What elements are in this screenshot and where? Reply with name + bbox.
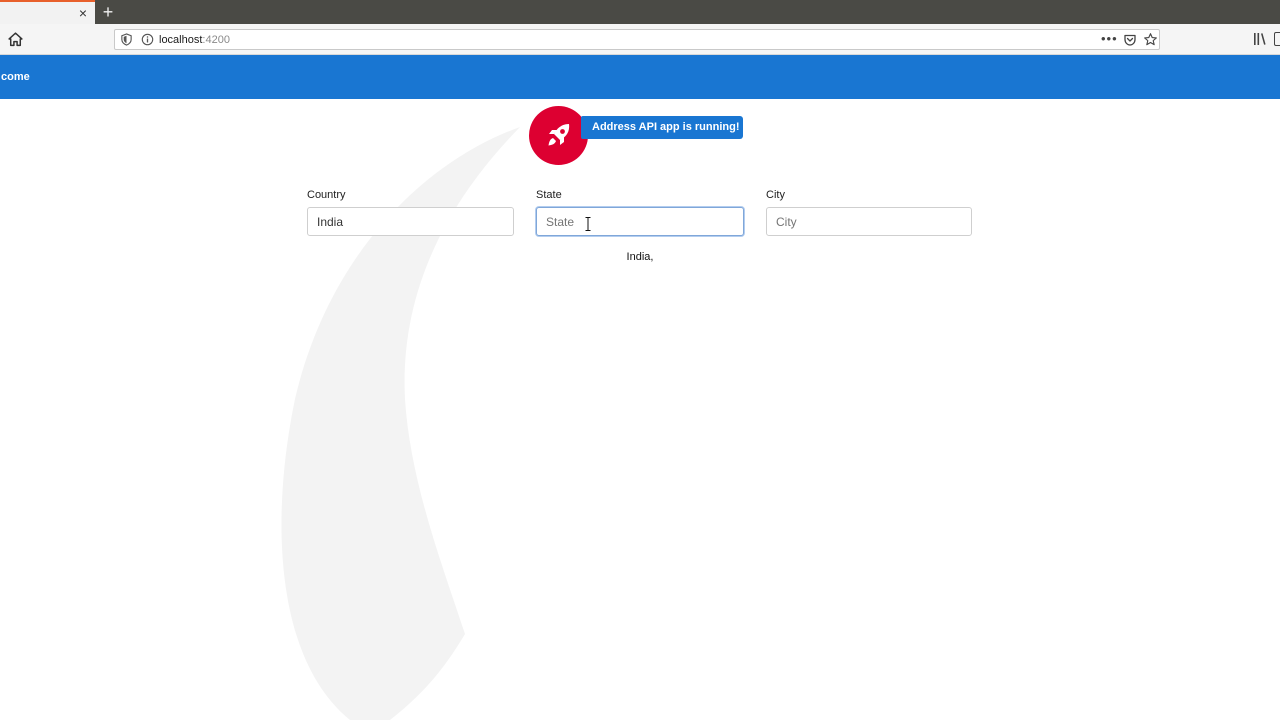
- page-actions-icon[interactable]: •••: [1101, 32, 1117, 48]
- library-icon[interactable]: [1252, 31, 1268, 47]
- running-badge: Address API app is running!: [581, 116, 743, 139]
- url-bar[interactable]: localhost:4200 •••: [114, 29, 1160, 50]
- browser-tab-active[interactable]: ×: [0, 0, 95, 24]
- running-message: Address API app is running!: [592, 121, 740, 133]
- text-cursor-icon: [585, 217, 591, 231]
- country-input[interactable]: [307, 207, 514, 236]
- browser-tab-strip: × +: [0, 0, 1280, 24]
- url-port: :4200: [202, 34, 230, 46]
- new-tab-icon[interactable]: +: [99, 2, 117, 22]
- state-input[interactable]: [536, 207, 744, 236]
- address-result: India,: [626, 251, 654, 263]
- sidebar-icon[interactable]: [1274, 32, 1280, 46]
- city-input[interactable]: [766, 207, 972, 236]
- background-swoosh: [281, 127, 520, 720]
- main-content: Address API app is running! Country Stat…: [0, 99, 1280, 720]
- city-label: City: [766, 189, 785, 201]
- star-icon[interactable]: [1143, 32, 1158, 47]
- url-host: localhost: [159, 34, 203, 46]
- pocket-icon[interactable]: [1123, 33, 1137, 47]
- app-toolbar: come: [0, 55, 1280, 99]
- country-label: Country: [307, 189, 346, 201]
- state-label: State: [536, 189, 562, 201]
- home-icon[interactable]: [7, 31, 24, 48]
- toolbar-title: come: [1, 71, 30, 83]
- tab-close-icon[interactable]: ×: [75, 5, 91, 21]
- rocket-icon: [548, 124, 570, 146]
- rocket-badge: [529, 106, 588, 165]
- shield-icon[interactable]: [120, 33, 133, 46]
- info-icon[interactable]: [141, 33, 154, 46]
- url-text[interactable]: localhost:4200: [159, 33, 230, 47]
- browser-navbar: localhost:4200 •••: [0, 24, 1280, 55]
